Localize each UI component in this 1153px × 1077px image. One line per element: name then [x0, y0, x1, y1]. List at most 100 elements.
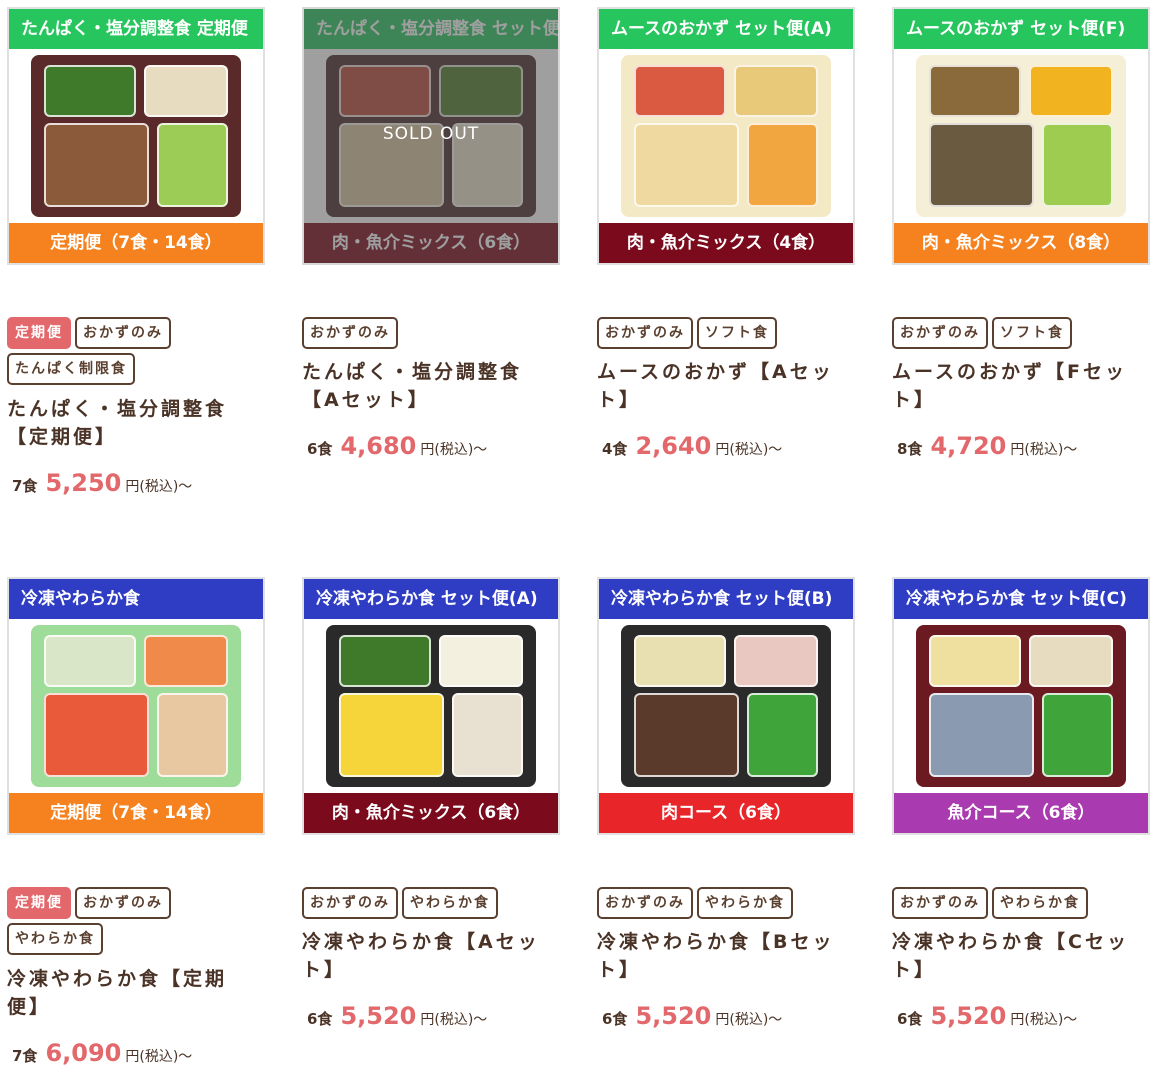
price-amount: 4,720 [930, 432, 1007, 460]
product-tag[interactable]: おかずのみ [892, 317, 988, 349]
product-tag[interactable]: おかずのみ [302, 317, 398, 349]
tray-compartment [338, 634, 431, 687]
meal-count: 6食 [307, 440, 333, 458]
tray-compartment [1042, 123, 1114, 208]
product-tag[interactable]: おかずのみ [892, 887, 988, 919]
bento-tray [916, 625, 1126, 787]
price-amount: 6,090 [45, 1039, 122, 1067]
image-bottom-banner: 定期便（7食・14食） [9, 793, 263, 833]
product-price: 7食 5,250 円(税込)〜 [12, 469, 192, 497]
product-title[interactable]: 冷凍やわらか食【Bセット】 [597, 928, 847, 984]
meal-count: 6食 [307, 1010, 333, 1028]
image-bottom-banner: 定期便（7食・14食） [9, 223, 263, 263]
product-title[interactable]: ムースのおかず【Aセット】 [597, 358, 847, 414]
product-tag[interactable]: おかずのみ [597, 887, 693, 919]
product-image[interactable]: ムースのおかず セット便(A) 肉・魚介ミックス（4食） [597, 7, 855, 265]
product-tag[interactable]: 定期便 [7, 887, 71, 919]
product-tag[interactable]: やわらか食 [7, 923, 103, 955]
product-card[interactable]: 冷凍やわらか食 セット便(A) 肉・魚介ミックス（6食） おかずのみ やわらか食冷凍や… [302, 577, 562, 1077]
tray-compartment [747, 693, 819, 778]
product-tag[interactable]: おかずのみ [75, 887, 171, 919]
product-image[interactable]: たんぱく・塩分調整食 定期便 定期便（7食・14食） [7, 7, 265, 265]
meal-count: 4食 [602, 440, 628, 458]
image-bottom-banner: 肉・魚介ミックス（8食） [894, 223, 1148, 263]
meal-count: 7食 [12, 477, 38, 495]
tag-list: おかずのみ やわらか食 [597, 887, 857, 923]
tag-list: おかずのみ ソフト食 [892, 317, 1152, 353]
product-image[interactable]: たんぱく・塩分調整食 セット便(A)肉・魚介ミックス（6食）SOLD OUT [302, 7, 560, 265]
tray-compartment [633, 634, 726, 687]
product-card[interactable]: ムースのおかず セット便(A) 肉・魚介ミックス（4食） おかずのみ ソフト食 ムースの… [597, 7, 857, 507]
meal-count: 8食 [897, 440, 923, 458]
image-top-banner: ムースのおかず セット便(F) [894, 9, 1148, 49]
price-amount: 2,640 [635, 432, 712, 460]
tag-list: おかずのみ [302, 317, 562, 353]
price-amount: 5,520 [930, 1002, 1007, 1030]
price-unit: 円(税込)〜 [1010, 1012, 1078, 1028]
product-image[interactable]: 冷凍やわらか食 セット便(C) 魚介コース（6食） [892, 577, 1150, 835]
product-tag[interactable]: おかずのみ [75, 317, 171, 349]
bento-tray [621, 625, 831, 787]
tray-compartment [633, 693, 739, 778]
sold-out-label: SOLD OUT [382, 124, 480, 144]
product-tag[interactable]: 定期便 [7, 317, 71, 349]
product-card[interactable]: ムースのおかず セット便(F) 肉・魚介ミックス（8食） おかずのみ ソフト食 ムースの… [892, 7, 1152, 507]
image-top-banner: 冷凍やわらか食 セット便(C) [894, 579, 1148, 619]
product-tag[interactable]: おかずのみ [302, 887, 398, 919]
product-tag[interactable]: やわらか食 [402, 887, 498, 919]
meal-count: 6食 [897, 1010, 923, 1028]
tag-list: おかずのみ やわらか食 [302, 887, 562, 923]
tray-compartment [439, 634, 524, 687]
price-amount: 4,680 [340, 432, 417, 460]
tag-list: 定期便 おかずのみやわらか食 [7, 887, 267, 959]
product-card[interactable]: 冷凍やわらか食 定期便（7食・14食） 定期便 おかずのみやわらか食冷凍やわらか食【定… [7, 577, 267, 1077]
product-title[interactable]: たんぱく・塩分調整食【Aセット】 [302, 358, 552, 414]
product-card[interactable]: 冷凍やわらか食 セット便(C) 魚介コース（6食） おかずのみ やわらか食 冷凍やわらか… [892, 577, 1152, 1077]
price-amount: 5,520 [635, 1002, 712, 1030]
tray-compartment [43, 64, 136, 117]
tray-compartment [928, 123, 1034, 208]
price-unit: 円(税込)〜 [1010, 442, 1078, 458]
tray-compartment [43, 123, 149, 208]
product-tag[interactable]: ソフト食 [697, 317, 777, 349]
price-unit: 円(税込)〜 [420, 442, 488, 458]
price-amount: 5,250 [45, 469, 122, 497]
price-amount: 5,520 [340, 1002, 417, 1030]
tray-compartment [157, 123, 229, 208]
product-card[interactable]: たんぱく・塩分調整食 セット便(A)肉・魚介ミックス（6食）SOLD OUT おか… [302, 7, 562, 507]
tray-compartment [144, 64, 229, 117]
price-unit: 円(税込)〜 [715, 1012, 783, 1028]
meal-count: 6食 [602, 1010, 628, 1028]
image-top-banner: 冷凍やわらか食 セット便(B) [599, 579, 853, 619]
product-card[interactable]: たんぱく・塩分調整食 定期便 定期便（7食・14食） 定期便 おかずのみたんぱく制限食… [7, 7, 267, 507]
image-top-banner: ムースのおかず セット便(A) [599, 9, 853, 49]
tag-list: おかずのみ ソフト食 [597, 317, 857, 353]
product-title[interactable]: 冷凍やわらか食【Aセット】 [302, 928, 552, 984]
product-price: 6食 5,520 円(税込)〜 [602, 1002, 782, 1030]
product-tag[interactable]: たんぱく制限食 [7, 353, 135, 385]
bento-tray [916, 55, 1126, 217]
product-price: 8食 4,720 円(税込)〜 [897, 432, 1077, 460]
tray-compartment [157, 693, 229, 778]
product-price: 6食 4,680 円(税込)〜 [307, 432, 487, 460]
product-image[interactable]: 冷凍やわらか食 セット便(A) 肉・魚介ミックス（6食） [302, 577, 560, 835]
product-tag[interactable]: やわらか食 [992, 887, 1088, 919]
price-unit: 円(税込)〜 [125, 479, 193, 495]
product-tag[interactable]: やわらか食 [697, 887, 793, 919]
tray-compartment [928, 64, 1021, 117]
product-title[interactable]: 冷凍やわらか食【定期便】 [7, 965, 257, 1021]
tray-compartment [928, 634, 1021, 687]
product-tag[interactable]: おかずのみ [597, 317, 693, 349]
tray-compartment [747, 123, 819, 208]
image-bottom-banner: 肉・魚介ミックス（4食） [599, 223, 853, 263]
product-card[interactable]: 冷凍やわらか食 セット便(B) 肉コース（6食） おかずのみ やわらか食 冷凍やわらか食… [597, 577, 857, 1077]
product-title[interactable]: たんぱく・塩分調整食【定期便】 [7, 395, 257, 451]
product-image[interactable]: ムースのおかず セット便(F) 肉・魚介ミックス（8食） [892, 7, 1150, 265]
tray-compartment [1029, 634, 1114, 687]
product-image[interactable]: 冷凍やわらか食 定期便（7食・14食） [7, 577, 265, 835]
image-top-banner: たんぱく・塩分調整食 定期便 [9, 9, 263, 49]
product-tag[interactable]: ソフト食 [992, 317, 1072, 349]
product-title[interactable]: 冷凍やわらか食【Cセット】 [892, 928, 1142, 984]
product-image[interactable]: 冷凍やわらか食 セット便(B) 肉コース（6食） [597, 577, 855, 835]
product-title[interactable]: ムースのおかず【Fセット】 [892, 358, 1142, 414]
